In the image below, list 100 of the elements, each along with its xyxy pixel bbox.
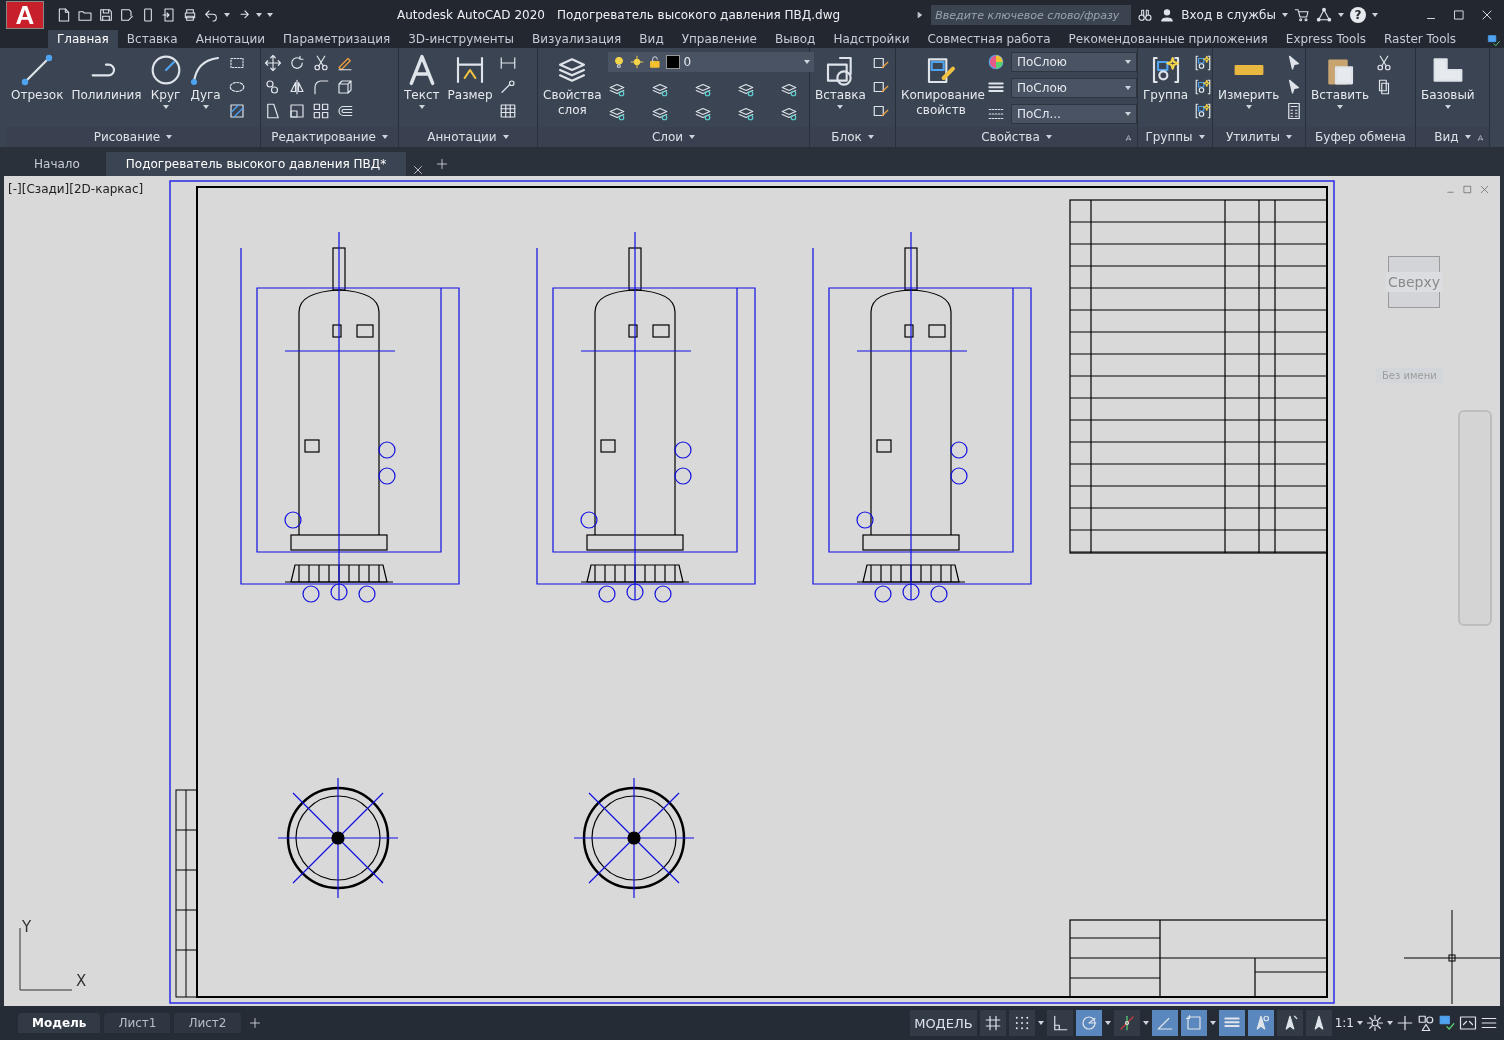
grid-icon[interactable]	[983, 1014, 1002, 1032]
caret-icon[interactable]	[224, 13, 230, 17]
scissors-icon[interactable]	[312, 54, 330, 72]
ribbon-button[interactable]: Дуга	[187, 52, 224, 111]
caret-icon[interactable]	[1372, 13, 1378, 17]
caret-icon[interactable]	[1286, 135, 1292, 139]
ribbon-tab[interactable]: Визуализация	[523, 30, 631, 48]
group-icon[interactable]	[1194, 102, 1213, 120]
dialog-launcher-icon[interactable]	[1476, 134, 1485, 143]
settings-icon[interactable]	[1366, 1014, 1384, 1032]
polar-toggle-icon[interactable]	[1079, 1014, 1098, 1032]
caret-icon[interactable]	[867, 135, 874, 139]
ribbon-tab[interactable]: Совместная работа	[918, 30, 1060, 48]
caret-icon[interactable]	[1357, 1021, 1363, 1025]
ribbon-tab[interactable]: Вид	[630, 30, 673, 48]
caret-icon[interactable]	[1338, 13, 1344, 17]
close-icon[interactable]	[412, 164, 425, 176]
fullscreen-icon[interactable]	[1459, 1014, 1477, 1032]
property-dropdown[interactable]: ПоСлою	[1011, 52, 1137, 72]
maximize-icon[interactable]	[1452, 8, 1466, 22]
ribbon-tab[interactable]: 3D-инструменты	[399, 30, 524, 48]
panel-title[interactable]: Буфер обмена	[1315, 130, 1406, 144]
viewport-controls-label[interactable]: [-][Сзади][2D-каркас]	[8, 182, 144, 196]
panel-title[interactable]: Блок	[831, 130, 862, 144]
save-edit-icon[interactable]	[119, 7, 135, 23]
stretch-icon[interactable]	[264, 102, 282, 120]
ribbon-tab[interactable]: Рекомендованные приложения	[1059, 30, 1277, 48]
panel-title[interactable]: Вид	[1434, 130, 1459, 144]
rotate-icon[interactable]	[288, 54, 306, 72]
shapes-icon[interactable]	[1417, 1014, 1435, 1032]
ribbon-tab[interactable]: Аннотации	[186, 30, 275, 48]
ribbon-tab[interactable]: Express Tools	[1276, 30, 1376, 48]
add-layout-icon[interactable]	[248, 1017, 261, 1029]
ribbon-button[interactable]: Отрезок	[9, 52, 66, 105]
caret-icon[interactable]	[1282, 13, 1288, 17]
panel-toggle-icon[interactable]	[1487, 34, 1502, 48]
new-file-icon[interactable]	[56, 7, 72, 23]
help-button[interactable]: ?	[1350, 7, 1366, 23]
caret-icon[interactable]	[1045, 135, 1052, 139]
layer-dropdown[interactable]: 0	[607, 52, 814, 72]
panel-title[interactable]: Рисование	[93, 130, 161, 144]
ribbon-tab[interactable]: Raster Tools	[1375, 30, 1466, 48]
monitor-check-icon[interactable]	[1438, 1014, 1456, 1032]
plus-icon[interactable]	[1396, 1014, 1414, 1032]
caret-icon[interactable]	[502, 135, 509, 139]
ribbon-button[interactable]: Текст	[402, 52, 442, 111]
property-dropdown[interactable]: ПоСл...	[1011, 104, 1137, 124]
binoculars-icon[interactable]	[1137, 7, 1154, 23]
cube-icon[interactable]	[336, 78, 354, 96]
ribbon-button[interactable]: Группа	[1141, 52, 1191, 105]
triangle-nodes-icon[interactable]	[1316, 7, 1332, 23]
print-icon[interactable]	[182, 7, 198, 23]
file-tab[interactable]: Подогреватель высокого давления ПВД*	[105, 152, 407, 176]
ribbon-tab[interactable]: Вывод	[765, 30, 825, 48]
fillet-icon[interactable]	[312, 78, 330, 96]
model-space-button[interactable]: МОДЕЛЬ	[910, 1010, 977, 1036]
dynamic-toggle-icon[interactable]	[1184, 1014, 1203, 1032]
mirror-icon[interactable]	[288, 78, 306, 96]
search-field[interactable]: Введите ключевое слово/фразу	[931, 5, 1132, 25]
caret-icon[interactable]	[689, 135, 696, 139]
property-dropdown[interactable]: ПоСлою	[1011, 78, 1137, 98]
panel-title[interactable]: Утилиты	[1225, 130, 1280, 144]
sign-in-link[interactable]: Вход в службы	[1181, 8, 1276, 22]
layout-tab[interactable]: Лист1	[104, 1013, 171, 1033]
panel-title[interactable]: Свойства	[981, 130, 1040, 144]
layout-tab[interactable]: Лист2	[174, 1013, 241, 1033]
caret-icon[interactable]	[381, 135, 388, 139]
ribbon-button[interactable]: Базовый	[1419, 52, 1477, 111]
cart-icon[interactable]	[1294, 7, 1310, 23]
caret-icon[interactable]	[1142, 1021, 1149, 1025]
color-wheel-icon[interactable]	[987, 53, 1005, 71]
panel-title[interactable]: Аннотации	[427, 130, 497, 144]
scale-icon[interactable]	[288, 102, 306, 120]
ribbon-tab[interactable]: Надстройки	[824, 30, 919, 48]
caret-icon[interactable]	[1464, 135, 1471, 139]
group-icon[interactable]	[1194, 78, 1213, 96]
caret-icon[interactable]	[1037, 1021, 1044, 1025]
panel-title[interactable]: Слои	[651, 130, 684, 144]
panel-title[interactable]: Редактирование	[271, 130, 376, 144]
caret-icon[interactable]	[1198, 135, 1205, 139]
table-icon[interactable]	[498, 102, 517, 120]
ribbon-tab[interactable]: Вставка	[117, 30, 187, 48]
panel-title[interactable]: Группы	[1145, 130, 1193, 144]
caret-icon[interactable]	[1387, 1021, 1393, 1025]
dialog-launcher-icon[interactable]	[1124, 134, 1133, 143]
leader-icon[interactable]	[498, 78, 517, 96]
ribbon-button[interactable]: Размер	[445, 52, 495, 105]
hatch-icon[interactable]	[227, 102, 246, 120]
ribbon-button[interactable]: Полилиния	[69, 52, 144, 105]
group-icon[interactable]	[1194, 54, 1213, 72]
ribbon-button[interactable]: Вставить	[1309, 52, 1372, 111]
ribbon-button[interactable]: Свойства слоя	[541, 52, 604, 120]
layout-tab[interactable]: Модель	[18, 1013, 101, 1033]
linear-dim-icon[interactable]	[498, 54, 517, 72]
new-tab-icon[interactable]	[436, 158, 449, 170]
move-icon[interactable]	[264, 54, 282, 72]
ribbon-tab[interactable]: Главная	[48, 30, 118, 48]
annotation-scale[interactable]: 1:1	[1334, 1016, 1354, 1030]
ribbon-button[interactable]: Круг	[147, 52, 184, 111]
caret-icon[interactable]	[166, 135, 173, 139]
